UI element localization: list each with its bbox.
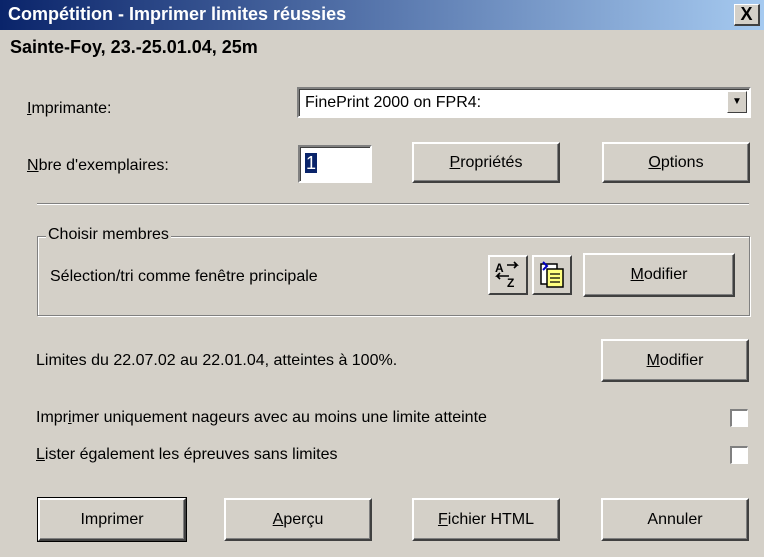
list-events-label: Lister également les épreuves sans limit… — [36, 446, 338, 463]
printer-select[interactable]: FinePrint 2000 on FPR4: ▼ — [297, 87, 751, 118]
printer-select-value: FinePrint 2000 on FPR4: — [305, 94, 482, 111]
options-button[interactable]: Options — [602, 142, 750, 183]
members-modify-button[interactable]: Modifier — [583, 253, 735, 297]
members-selection-text: Sélection/tri comme fenêtre principale — [50, 268, 318, 285]
preview-button-label: Aperçu — [272, 510, 324, 528]
limits-modify-label: Modifier — [646, 351, 704, 369]
limits-modify-button[interactable]: Modifier — [601, 339, 749, 382]
title-bar[interactable]: Compétition - Imprimer limites réussies … — [0, 0, 764, 30]
copies-input-value: 1 — [305, 153, 318, 173]
html-file-button-label: Fichier HTML — [437, 510, 534, 528]
sort-az-icon: A Z — [495, 261, 519, 290]
preview-button[interactable]: Aperçu — [224, 498, 372, 541]
close-button[interactable]: X — [734, 4, 760, 26]
members-group-title: Choisir membres — [46, 226, 171, 244]
cancel-button-label: Annuler — [647, 510, 703, 528]
sort-button[interactable]: A Z — [488, 255, 528, 295]
properties-button[interactable]: Propriétés — [412, 142, 560, 183]
select-members-button[interactable] — [532, 255, 572, 295]
printer-label: Imprimante: — [27, 100, 112, 117]
members-modify-label: Modifier — [630, 266, 688, 283]
copies-input[interactable]: 1 — [298, 145, 372, 183]
only-swimmers-checkbox[interactable] — [730, 409, 748, 427]
svg-text:Z: Z — [507, 276, 514, 290]
only-swimmers-label: Imprimer uniquement nageurs avec au moin… — [36, 409, 487, 426]
options-button-label: Options — [648, 153, 704, 171]
print-button[interactable]: Imprimer — [37, 497, 187, 542]
html-file-button[interactable]: Fichier HTML — [412, 498, 560, 541]
dropdown-arrow-button[interactable]: ▼ — [727, 91, 747, 113]
cancel-button[interactable]: Annuler — [601, 498, 749, 541]
print-button-label: Imprimer — [80, 510, 144, 528]
window-title: Compétition - Imprimer limites réussies — [8, 4, 347, 24]
list-events-checkbox[interactable] — [730, 446, 748, 464]
close-icon: X — [740, 4, 753, 24]
chevron-down-icon: ▼ — [732, 96, 742, 107]
properties-button-label: Propriétés — [449, 153, 523, 171]
print-limits-dialog: Compétition - Imprimer limites réussies … — [0, 0, 764, 557]
divider — [37, 203, 749, 205]
members-group: Choisir membres Sélection/tri comme fenê… — [37, 226, 750, 316]
competition-subtitle: Sainte-Foy, 23.-25.01.04, 25m — [10, 37, 258, 57]
limits-description: Limites du 22.07.02 au 22.01.04, atteint… — [36, 352, 398, 369]
select-list-icon — [540, 261, 564, 288]
copies-label: Nbre d'exemplaires: — [27, 157, 169, 174]
